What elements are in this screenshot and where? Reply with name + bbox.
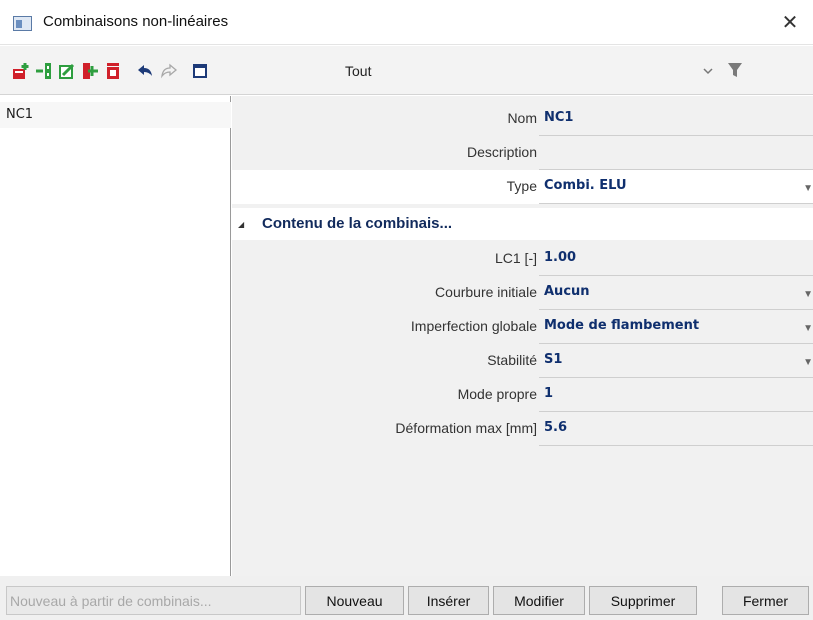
- collapse-triangle-icon[interactable]: ◢: [238, 220, 244, 229]
- copy-icon[interactable]: [81, 62, 99, 80]
- window-title: Combinaisons non-linéaires: [43, 13, 229, 30]
- property-stabilite[interactable]: Stabilité S1 ▼: [232, 344, 813, 378]
- property-courbure[interactable]: Courbure initiale Aucun ▼: [232, 276, 813, 310]
- list-item[interactable]: NC1: [0, 102, 231, 128]
- property-label: Description: [466, 144, 537, 160]
- property-label: Imperfection globale: [410, 318, 537, 334]
- property-value[interactable]: 1.00: [544, 250, 576, 265]
- property-label: Déformation max [mm]: [395, 420, 537, 436]
- dropdown-arrow-icon[interactable]: ▼: [803, 357, 813, 368]
- property-label: Courbure initiale: [435, 284, 537, 300]
- button-bar: Nouveau à partir de combinais... Nouveau…: [0, 576, 813, 620]
- property-imperfection[interactable]: Imperfection globale Mode de flambement …: [232, 310, 813, 344]
- property-lc1[interactable]: LC1 [-] 1.00: [232, 242, 813, 276]
- close-dialog-button[interactable]: Fermer: [722, 586, 809, 615]
- modify-button[interactable]: Modifier: [493, 586, 585, 615]
- property-deformation[interactable]: Déformation max [mm] 5.6: [232, 412, 813, 446]
- dropdown-arrow-icon[interactable]: ▼: [803, 183, 813, 194]
- undo-icon[interactable]: [136, 62, 154, 80]
- property-mode-propre[interactable]: Mode propre 1: [232, 378, 813, 412]
- property-nom[interactable]: Nom NC1: [232, 102, 813, 136]
- property-label: LC1 [-]: [494, 250, 537, 266]
- property-value[interactable]: NC1: [544, 110, 573, 125]
- funnel-icon[interactable]: [727, 61, 743, 79]
- delete-button[interactable]: Supprimer: [589, 586, 697, 615]
- property-label: Type: [506, 178, 537, 194]
- insert-icon[interactable]: [35, 62, 53, 80]
- section-header[interactable]: ◢ Contenu de la combinais...: [232, 208, 813, 240]
- property-value[interactable]: Mode de flambement: [544, 318, 699, 333]
- property-value[interactable]: S1: [544, 352, 562, 367]
- new-button[interactable]: Nouveau: [305, 586, 404, 615]
- property-label: Nom: [507, 110, 537, 126]
- table-view-icon[interactable]: [191, 62, 209, 80]
- property-value[interactable]: Combi. ELU: [544, 178, 627, 193]
- edit-icon[interactable]: [58, 62, 76, 80]
- new-from-combination-button[interactable]: Nouveau à partir de combinais...: [6, 586, 301, 615]
- dropdown-arrow-icon[interactable]: ▼: [803, 323, 813, 334]
- property-value[interactable]: 5.6: [544, 420, 567, 435]
- property-label: Stabilité: [487, 352, 537, 368]
- filter-label[interactable]: Tout: [345, 63, 371, 79]
- insert-button[interactable]: Insérer: [408, 586, 489, 615]
- close-button[interactable]: ✕: [767, 0, 813, 45]
- delete-icon[interactable]: [104, 62, 122, 80]
- property-type[interactable]: Type Combi. ELU ▼: [232, 170, 813, 204]
- property-label: Mode propre: [457, 386, 537, 402]
- redo-icon[interactable]: [160, 62, 178, 80]
- property-value[interactable]: 1: [544, 386, 553, 401]
- property-description[interactable]: Description: [232, 136, 813, 170]
- combination-list: NC1: [0, 96, 231, 576]
- chevron-down-icon[interactable]: [702, 64, 714, 76]
- toolbar: Tout: [0, 46, 813, 95]
- properties-panel: Nom NC1 Description Type Combi. ELU ▼ ◢ …: [232, 96, 813, 576]
- new-icon[interactable]: [12, 62, 30, 80]
- section-title: Contenu de la combinais...: [262, 215, 453, 232]
- property-value[interactable]: Aucun: [544, 284, 590, 299]
- dropdown-arrow-icon[interactable]: ▼: [803, 289, 813, 300]
- window-icon: [13, 16, 32, 31]
- title-bar: Combinaisons non-linéaires ✕: [0, 0, 813, 45]
